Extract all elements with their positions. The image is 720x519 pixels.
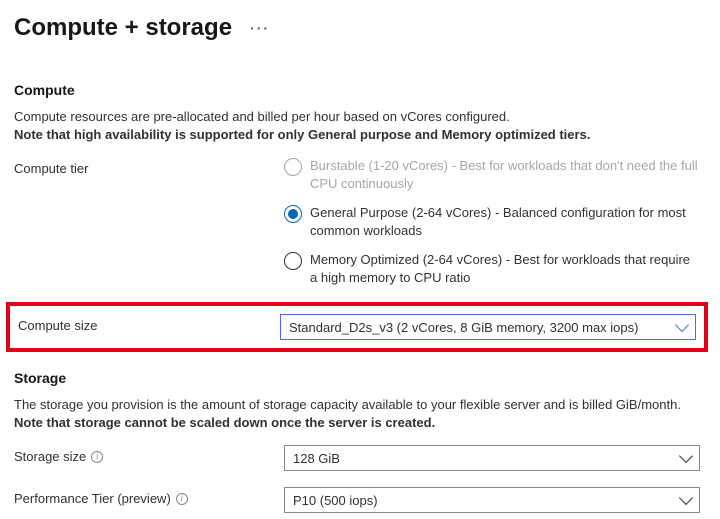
storage-size-label-text: Storage size — [14, 449, 86, 464]
storage-desc-line2: Note that storage cannot be scaled down … — [14, 415, 435, 430]
compute-desc-line2: Note that high availability is supported… — [14, 127, 590, 142]
page-title-text: Compute + storage — [14, 14, 232, 42]
page-title: Compute + storage ··· — [14, 14, 700, 42]
chevron-down-icon — [675, 318, 689, 332]
storage-size-label: Storage size i — [14, 445, 284, 464]
compute-size-dropdown[interactable]: Standard_D2s_v3 (2 vCores, 8 GiB memory,… — [280, 314, 696, 340]
compute-tier-option-memory[interactable]: Memory Optimized (2-64 vCores) - Best fo… — [284, 251, 700, 286]
storage-size-value: 128 GiB — [293, 451, 340, 466]
compute-description: Compute resources are pre-allocated and … — [14, 108, 700, 143]
performance-tier-label: Performance Tier (preview) i — [14, 487, 284, 506]
info-icon[interactable]: i — [176, 493, 188, 505]
compute-heading: Compute — [14, 82, 700, 98]
compute-size-label: Compute size — [18, 314, 280, 333]
performance-tier-dropdown[interactable]: P10 (500 iops) — [284, 487, 700, 513]
compute-tier-label: Compute tier — [14, 157, 284, 176]
storage-heading: Storage — [14, 370, 700, 386]
radio-label-burstable: Burstable (1-20 vCores) - Best for workl… — [310, 157, 700, 192]
compute-size-highlight: Compute size Standard_D2s_v3 (2 vCores, … — [6, 302, 708, 352]
radio-label-general: General Purpose (2-64 vCores) - Balanced… — [310, 204, 700, 239]
radio-icon — [284, 252, 302, 270]
compute-tier-radio-group: Burstable (1-20 vCores) - Best for workl… — [284, 157, 700, 286]
compute-size-value: Standard_D2s_v3 (2 vCores, 8 GiB memory,… — [289, 320, 638, 335]
performance-tier-label-text: Performance Tier (preview) — [14, 491, 171, 506]
compute-tier-option-general[interactable]: General Purpose (2-64 vCores) - Balanced… — [284, 204, 700, 239]
storage-size-dropdown[interactable]: 128 GiB — [284, 445, 700, 471]
compute-tier-option-burstable: Burstable (1-20 vCores) - Best for workl… — [284, 157, 700, 192]
more-actions-icon[interactable]: ··· — [250, 20, 270, 36]
compute-desc-line1: Compute resources are pre-allocated and … — [14, 109, 510, 124]
storage-desc-line1: The storage you provision is the amount … — [14, 397, 681, 412]
info-icon[interactable]: i — [91, 451, 103, 463]
chevron-down-icon — [679, 491, 693, 505]
radio-icon — [284, 205, 302, 223]
chevron-down-icon — [679, 449, 693, 463]
storage-description: The storage you provision is the amount … — [14, 396, 700, 431]
radio-label-memory: Memory Optimized (2-64 vCores) - Best fo… — [310, 251, 700, 286]
performance-tier-value: P10 (500 iops) — [293, 493, 378, 508]
radio-icon — [284, 158, 302, 176]
